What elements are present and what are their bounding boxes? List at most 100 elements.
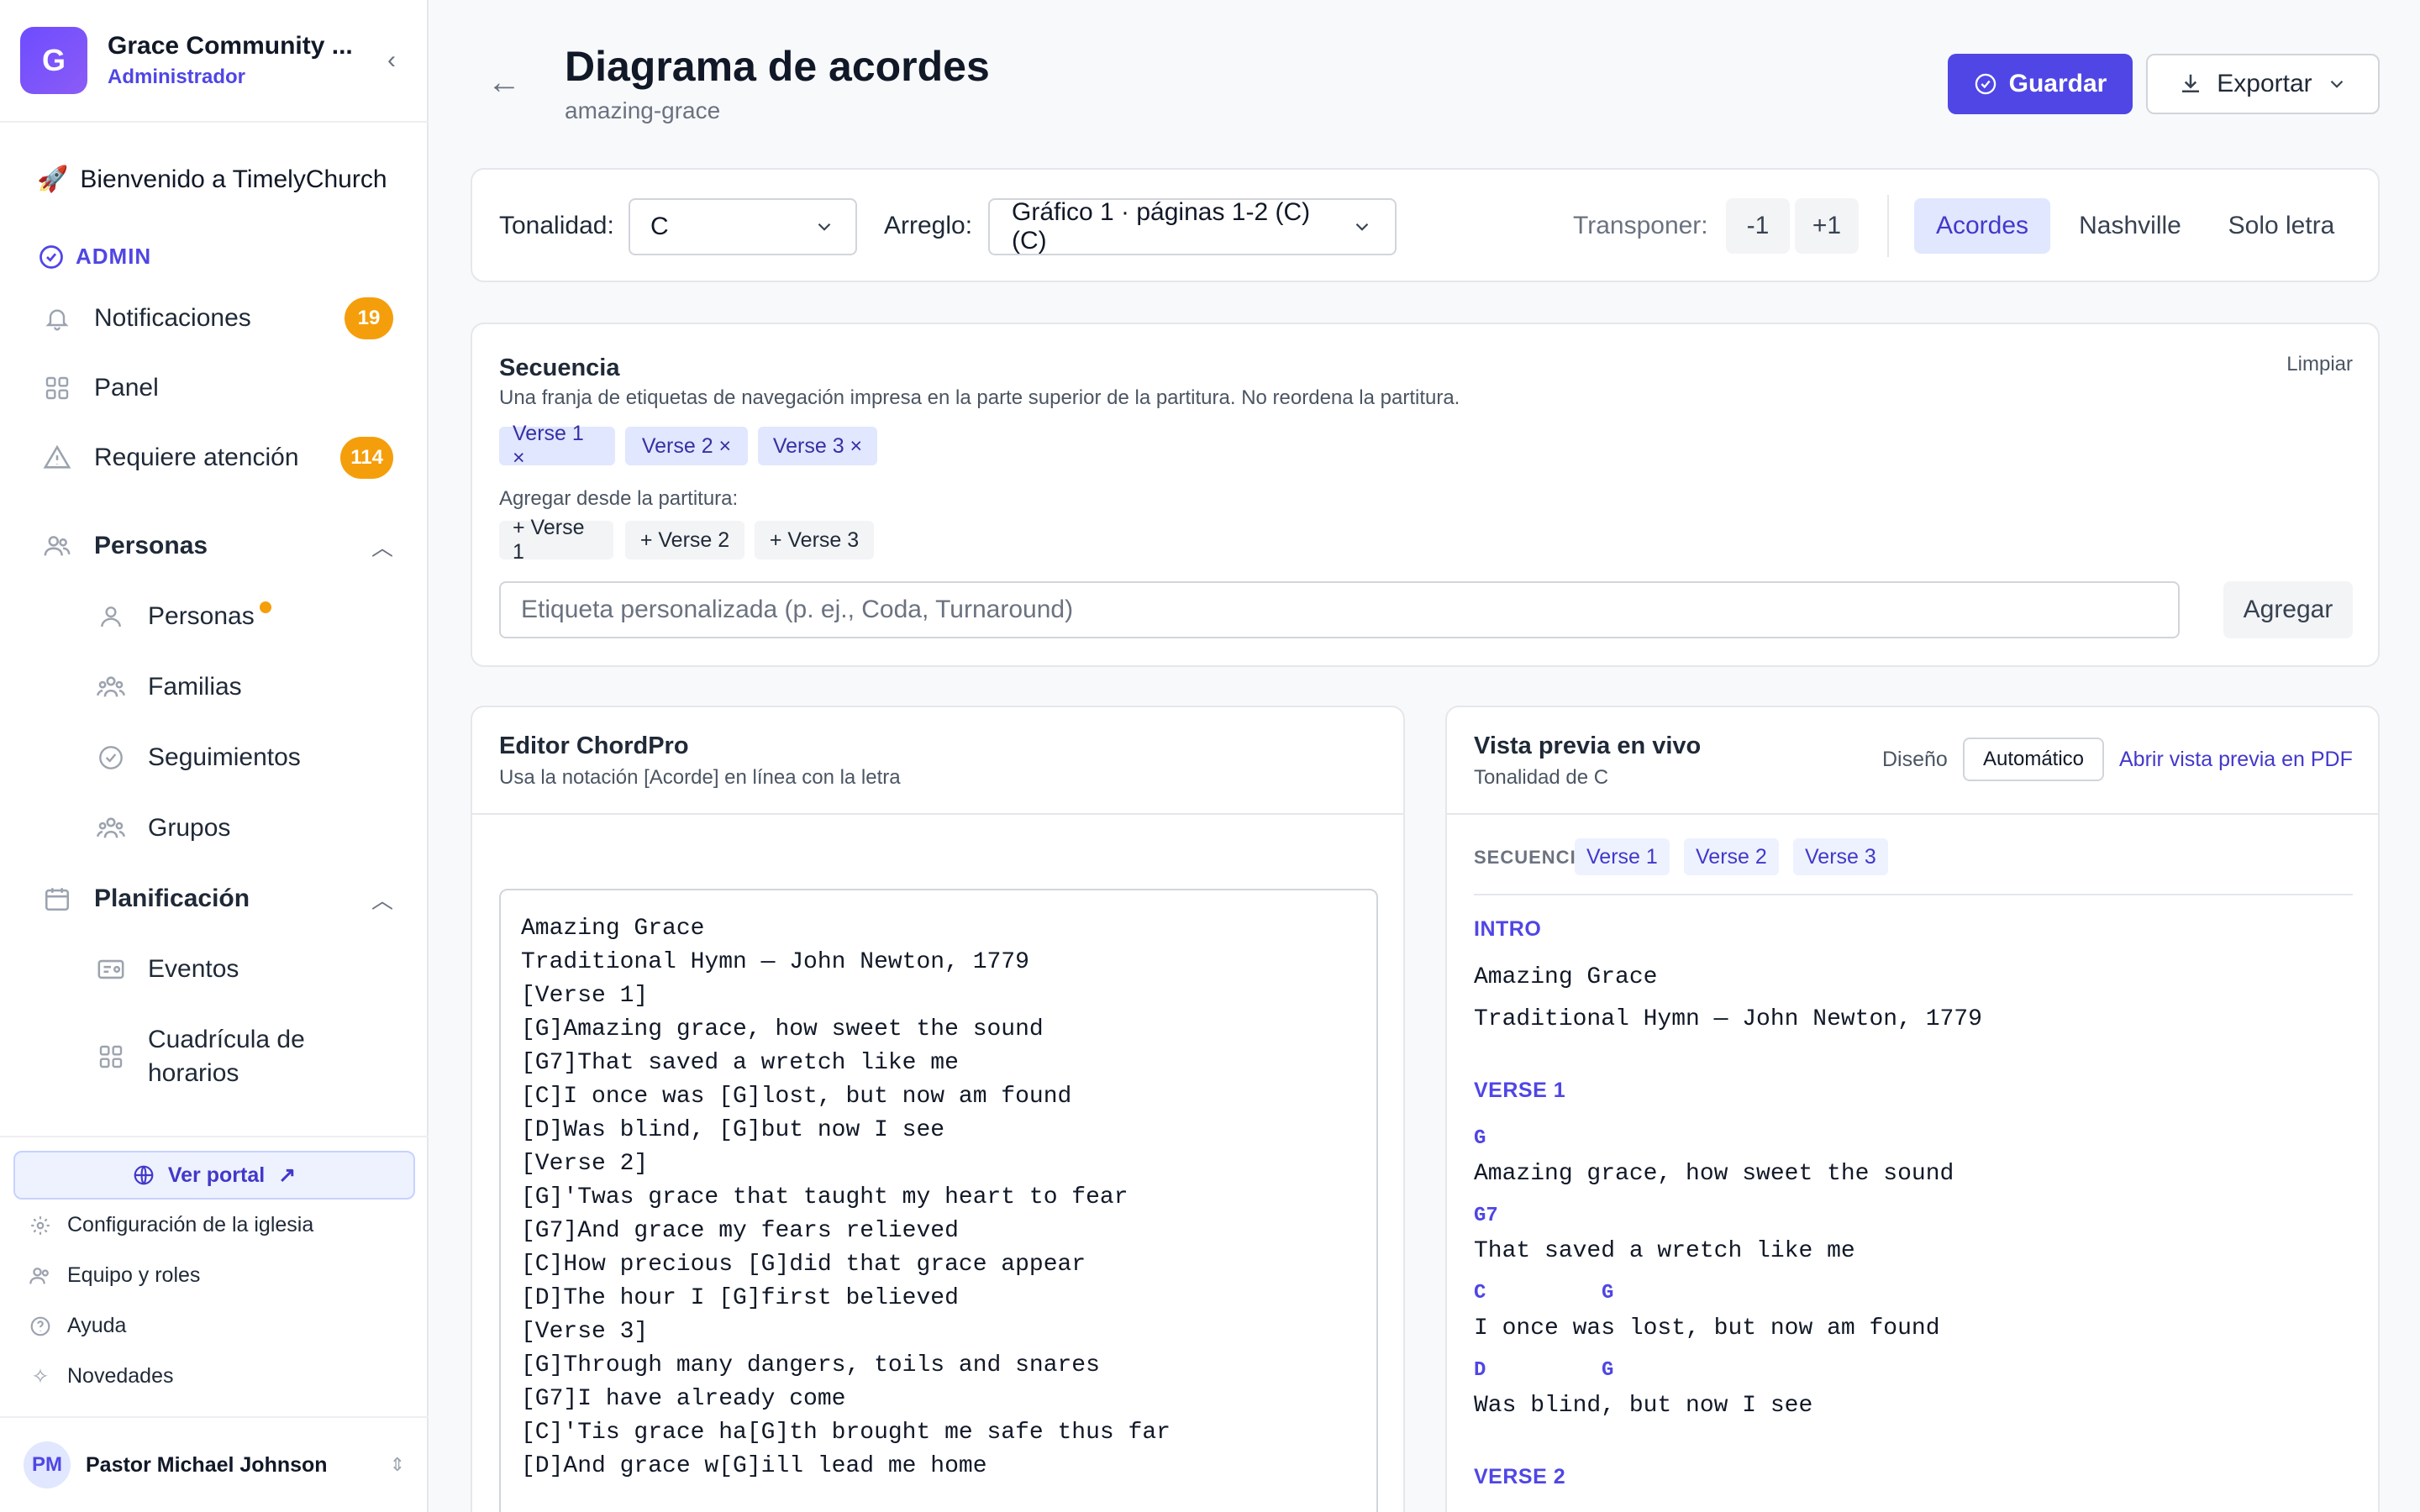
divider — [0, 1136, 429, 1137]
add-section-chip[interactable]: + Verse 1 — [499, 516, 613, 564]
footer-link-news[interactable]: ✧ Novedades — [29, 1364, 174, 1389]
chordpro-textarea[interactable]: Amazing Grace Traditional Hymn — John Ne… — [499, 889, 1378, 1512]
preview-lyric-line: Amazing Grace — [1474, 964, 1658, 990]
rocket-icon: 🚀 — [37, 165, 69, 193]
sidebar-item-seguimientos[interactable]: Seguimientos — [94, 741, 397, 774]
pdf-preview-link[interactable]: Abrir vista previa en PDF — [2119, 748, 2353, 772]
chevron-up-icon[interactable]: ︿ — [371, 884, 393, 915]
chevron-up-down-icon: ⇕ — [389, 1454, 405, 1475]
clear-button[interactable]: Limpiar — [2286, 353, 2353, 376]
chevron-down-icon — [818, 223, 831, 231]
sequence-title: Secuencia — [499, 354, 620, 381]
org-role: Administrador — [108, 66, 246, 88]
download-icon — [2182, 74, 2200, 92]
nav-notifications-label: Notificaciones — [94, 304, 251, 332]
chevron-up-icon[interactable]: ︿ — [371, 531, 393, 562]
export-label: Exportar — [2217, 70, 2312, 97]
page-subtitle: amazing-grace — [565, 97, 721, 123]
add-section-chip[interactable]: + Verse 3 — [755, 521, 874, 559]
arrangement-select[interactable]: Gráfico 1 · páginas 1-2 (C) (C) — [988, 198, 1397, 255]
sidebar-item-familias[interactable]: Familias — [94, 670, 397, 704]
page-title: Diagrama de acordes — [565, 43, 990, 90]
sequence-chip[interactable]: Verse 2 × — [625, 427, 748, 465]
nav-panel-label: Panel — [94, 374, 159, 402]
group-icon — [94, 811, 128, 845]
export-button[interactable]: Exportar — [2146, 54, 2380, 114]
preview-sequence-chip: Verse 3 — [1793, 838, 1888, 875]
footer-link-team[interactable]: Equipo y roles — [29, 1263, 200, 1288]
tab-acordes[interactable]: Acordes — [1914, 198, 2050, 254]
tab-nashville[interactable]: Nashville — [2060, 198, 2200, 254]
nav-notifications[interactable]: Notificaciones 19 — [40, 297, 393, 339]
arrangement-label: Arreglo: — [884, 212, 973, 239]
check-circle-icon — [1975, 73, 1996, 95]
add-section-chip[interactable]: + Verse 2 — [625, 521, 744, 559]
preview-lyric-line: I once was lost, but now am found — [1474, 1315, 1940, 1341]
footer-link-settings[interactable]: Configuración de la iglesia — [29, 1213, 313, 1237]
design-label: Diseño — [1882, 748, 1948, 771]
welcome-label: Bienvenido a TimelyChurch — [80, 165, 387, 193]
sidebar-item-cuadricula[interactable]: Cuadrícula de horarios — [94, 1023, 397, 1090]
sidebar-item-grupos[interactable]: Grupos — [94, 811, 397, 845]
sidebar-item-cuadricula-label: Cuadrícula de horarios — [148, 1026, 305, 1087]
preview-section-intro: INTRO — [1474, 917, 1542, 941]
save-button[interactable]: Guardar — [1948, 54, 2133, 114]
sidebar: G Grace Community ... Administrador ‹ 🚀 … — [0, 0, 429, 1512]
back-arrow-icon[interactable]: ← — [487, 64, 521, 102]
nav-attention[interactable]: Requiere atención 114 — [40, 437, 393, 479]
ticket-icon — [94, 953, 128, 986]
key-select[interactable]: C — [629, 198, 857, 255]
transpose-down-button[interactable]: -1 — [1726, 198, 1790, 254]
preview-chord: C — [1474, 1282, 1486, 1305]
collapse-sidebar-icon[interactable]: ‹ — [375, 44, 408, 77]
org-logo: G — [20, 27, 87, 94]
section-personas[interactable]: Personas ︿ — [40, 529, 393, 563]
user-name: Pastor Michael Johnson — [86, 1452, 328, 1477]
sidebar-item-personas[interactable]: Personas — [94, 600, 397, 633]
transpose-label: Transponer: — [1573, 212, 1708, 239]
globe-icon — [134, 1165, 154, 1185]
sparkle-icon: ✧ — [31, 1364, 50, 1389]
nav-panel[interactable]: Panel — [40, 371, 393, 405]
notifications-badge: 19 — [345, 297, 393, 339]
external-link-icon: ↗ — [278, 1163, 297, 1187]
welcome-link[interactable]: 🚀 Bienvenido a TimelyChurch — [37, 165, 387, 194]
editor-description: Usa la notación [Acorde] en línea con la… — [499, 766, 901, 789]
new-indicator-dot — [259, 601, 271, 613]
warning-icon — [40, 441, 74, 475]
person-icon — [94, 600, 128, 633]
divider — [1474, 894, 2353, 895]
sequence-card: Secuencia Una franja de etiquetas de nav… — [471, 323, 2380, 667]
transpose-up-button[interactable]: +1 — [1795, 198, 1859, 254]
user-menu[interactable]: PM Pastor Michael Johnson ⇕ — [24, 1441, 405, 1488]
divider — [0, 121, 429, 123]
editor-card: Editor ChordPro Usa la notación [Acorde]… — [471, 706, 1405, 1512]
preview-section-verse2: VERSE 2 — [1474, 1465, 1566, 1488]
check-circle-icon — [39, 244, 63, 269]
sequence-chip[interactable]: Verse 1 × — [499, 422, 615, 470]
preview-chord: G7 — [1474, 1205, 1498, 1227]
arrangement-value: Gráfico 1 · páginas 1-2 (C) (C) — [1012, 198, 1311, 255]
view-portal-button[interactable]: Ver portal ↗ — [13, 1151, 415, 1200]
preview-lyric-line: Was blind, but now I see — [1474, 1393, 1813, 1419]
view-portal-label: Ver portal — [167, 1163, 266, 1187]
footer-link-help[interactable]: Ayuda — [29, 1314, 126, 1338]
people-icon — [40, 529, 74, 563]
gear-icon — [29, 1214, 52, 1237]
sidebar-item-grupos-label: Grupos — [148, 814, 231, 842]
people-icon — [29, 1264, 52, 1288]
custom-label-input[interactable] — [499, 581, 2180, 638]
divider — [1887, 195, 1889, 257]
org-switcher[interactable]: G Grace Community ... Administrador ‹ — [20, 27, 408, 94]
section-planificacion[interactable]: Planificación ︿ — [40, 882, 393, 916]
sequence-chip[interactable]: Verse 3 × — [758, 427, 877, 465]
chevron-down-icon — [2330, 80, 2343, 88]
tab-solo-letra[interactable]: Solo letra — [2210, 198, 2353, 254]
design-select[interactable]: Automático — [1963, 738, 2104, 781]
admin-section-label: ADMIN — [39, 244, 151, 270]
footer-link-news-label: Novedades — [67, 1364, 174, 1388]
sequence-description: Una franja de etiquetas de navegación im… — [499, 386, 1460, 409]
add-button[interactable]: Agregar — [2223, 581, 2353, 638]
sidebar-item-eventos[interactable]: Eventos — [94, 953, 397, 986]
chevron-down-icon — [1355, 223, 1369, 231]
